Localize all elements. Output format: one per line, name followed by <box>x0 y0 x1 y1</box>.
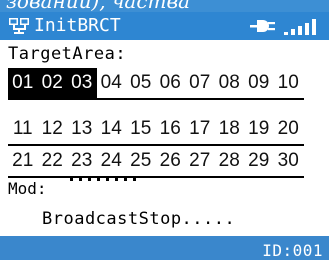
window-title: InitBRCT <box>34 15 121 36</box>
target-area-cell[interactable]: 10 <box>274 68 304 98</box>
device-screen: зований), частва InitBRCT TargetArea: 01… <box>0 0 329 260</box>
target-area-cell[interactable]: 28 <box>215 146 245 176</box>
plug-icon <box>250 20 275 32</box>
target-area-cell[interactable]: 22 <box>38 146 68 176</box>
target-area-cell[interactable]: 19 <box>244 114 274 144</box>
cropped-heading-text: зований), частва <box>6 0 191 12</box>
target-area-cell[interactable]: 04 <box>97 68 127 98</box>
target-area-cell[interactable]: 26 <box>156 146 186 176</box>
device-id: ID:001 <box>262 241 323 260</box>
network-icon <box>9 18 29 34</box>
target-area-cell[interactable]: 05 <box>126 68 156 98</box>
target-area-cell[interactable]: 21 <box>8 146 38 176</box>
target-area-cell[interactable]: 15 <box>126 114 156 144</box>
status-bar: ID:001 <box>0 236 329 260</box>
target-row-3: 21 22 23 24 25 26 27 28 29 30 <box>8 146 304 178</box>
target-area-cell-selected[interactable]: 02 <box>37 68 67 98</box>
target-area-cell[interactable]: 17 <box>185 114 215 144</box>
target-area-cell[interactable]: 09 <box>244 68 274 98</box>
target-area-cell[interactable]: 23 <box>67 146 97 176</box>
title-bar: InitBRCT <box>0 12 329 40</box>
target-area-cell[interactable]: 24 <box>97 146 127 176</box>
target-area-cell[interactable]: 25 <box>126 146 156 176</box>
target-area-cell[interactable]: 14 <box>97 114 127 144</box>
target-area-cell-selected[interactable]: 03 <box>67 68 97 98</box>
target-area-cell[interactable]: 07 <box>185 68 215 98</box>
target-area-cell[interactable]: 30 <box>274 146 304 176</box>
cropped-heading: зований), частва <box>0 0 329 12</box>
target-area-cell[interactable]: 27 <box>185 146 215 176</box>
signal-strength-icon <box>284 19 316 35</box>
target-area-cell[interactable]: 29 <box>244 146 274 176</box>
target-area-cell[interactable]: 20 <box>274 114 304 144</box>
target-area-cell[interactable]: 12 <box>38 114 68 144</box>
target-area-label: TargetArea: <box>8 44 127 64</box>
target-area-cell[interactable]: 13 <box>67 114 97 144</box>
mod-label: Mod: <box>8 179 47 198</box>
target-area-cell[interactable]: 06 <box>156 68 186 98</box>
target-area-cell[interactable]: 18 <box>215 114 245 144</box>
target-row-2: 11 12 13 14 15 16 17 18 19 20 <box>8 114 304 146</box>
status-text: BroadcastStop..... <box>42 209 236 229</box>
target-area-cell[interactable]: 16 <box>156 114 186 144</box>
target-area-cell[interactable]: 11 <box>8 114 38 144</box>
overlapping-text-fragment <box>70 177 140 181</box>
target-area-cell[interactable]: 08 <box>215 68 245 98</box>
target-row-1: 01 02 03 04 05 06 07 08 09 10 <box>8 68 304 100</box>
target-area-cell-selected[interactable]: 01 <box>8 68 38 98</box>
